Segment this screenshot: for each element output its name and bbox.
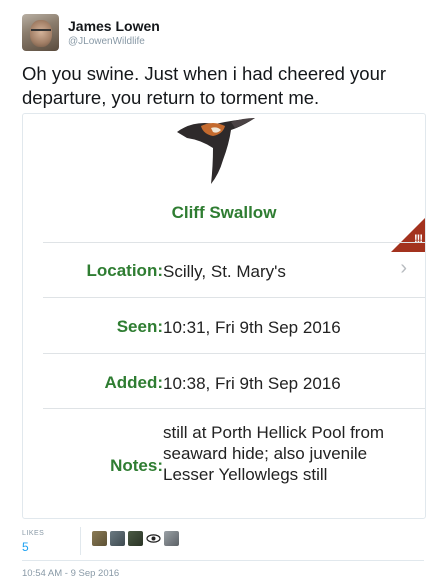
author-avatar[interactable] [22, 14, 59, 51]
liker-avatar[interactable] [146, 531, 161, 546]
tweet-text: Oh you swine. Just when i had cheered yo… [22, 63, 387, 108]
location-label: Location: [86, 261, 164, 280]
likers-avatars [92, 531, 179, 546]
sighting-card[interactable]: Cliff Swallow !!! Location: Scilly, St. … [22, 113, 426, 519]
stats-divider [80, 527, 81, 555]
author-name[interactable]: James Lowen [68, 18, 160, 34]
added-label: Added: [104, 373, 163, 392]
added-value: 10:38, Fri 9th Sep 2016 [163, 374, 341, 393]
notes-value: still at Porth Hellick Pool from seaward… [163, 423, 385, 484]
seen-row: Seen: 10:31, Fri 9th Sep 2016 [43, 297, 425, 353]
location-value: Scilly, St. Mary's [163, 262, 286, 281]
liker-avatar[interactable] [110, 531, 125, 546]
bird-photo [177, 118, 255, 184]
notes-row: Notes: still at Porth Hellick Pool from … [43, 408, 425, 518]
seen-value: 10:31, Fri 9th Sep 2016 [163, 318, 341, 337]
liker-avatar[interactable] [92, 531, 107, 546]
location-row[interactable]: Location: Scilly, St. Mary's › [43, 242, 425, 297]
added-row: Added: 10:38, Fri 9th Sep 2016 [43, 353, 425, 409]
likes-label: LIKES [22, 530, 45, 537]
author-handle[interactable]: @JLowenWildlife [68, 36, 145, 47]
notes-label: Notes: [110, 456, 163, 475]
species-name: Cliff Swallow [171, 203, 277, 222]
likes-count[interactable]: 5 [22, 540, 29, 554]
chevron-right-icon[interactable]: › [400, 257, 407, 280]
separator [22, 560, 424, 561]
tweet-timestamp[interactable]: 10:54 AM - 9 Sep 2016 [22, 568, 119, 579]
seen-label: Seen: [116, 317, 163, 336]
liker-avatar[interactable] [164, 531, 179, 546]
liker-avatar[interactable] [128, 531, 143, 546]
